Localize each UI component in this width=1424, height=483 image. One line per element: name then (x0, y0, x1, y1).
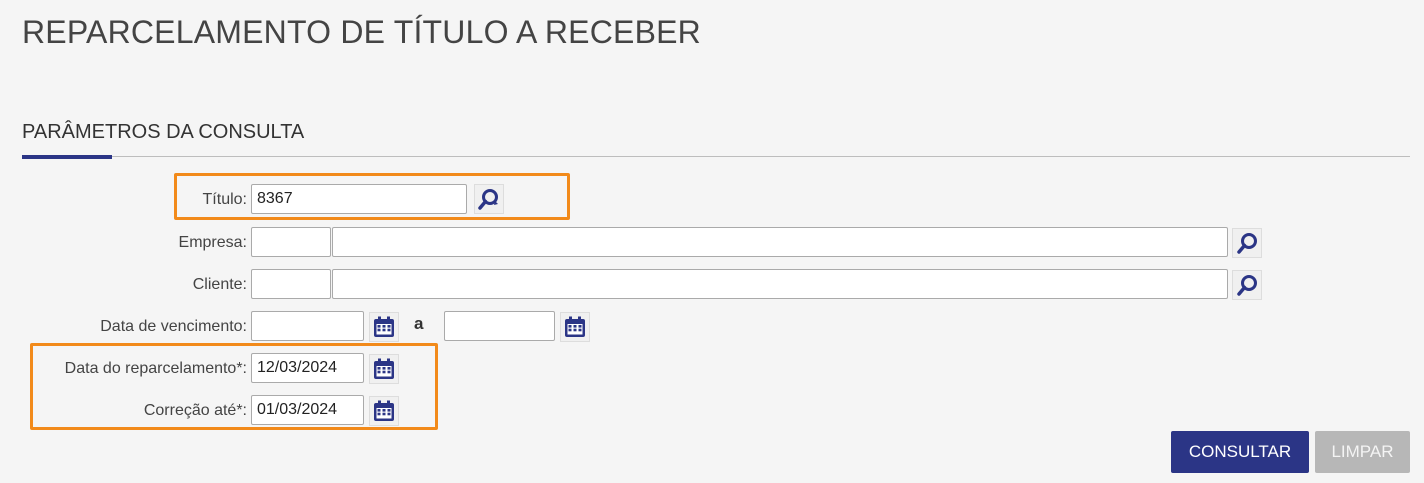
search-icon (1237, 275, 1257, 296)
vencimento-to-input[interactable] (444, 311, 555, 341)
consultar-button[interactable]: CONSULTAR (1171, 431, 1309, 473)
empresa-name-input[interactable] (332, 227, 1228, 257)
vencimento-from-calendar-button[interactable] (369, 312, 399, 342)
titulo-search-button[interactable] (474, 184, 504, 214)
limpar-button[interactable]: LIMPAR (1315, 431, 1410, 473)
vencimento-from-input[interactable] (251, 311, 364, 341)
cliente-code-input[interactable] (251, 269, 331, 299)
date-range-separator: a (414, 314, 424, 333)
calendar-icon (374, 316, 394, 337)
calendar-icon (374, 400, 394, 421)
empresa-label: Empresa: (178, 234, 247, 251)
page-title: REPARCELAMENTO DE TÍTULO A RECEBER (22, 14, 701, 50)
titulo-input[interactable] (251, 184, 467, 214)
empresa-search-button[interactable] (1232, 228, 1262, 258)
vencimento-label: Data de vencimento: (100, 318, 247, 335)
search-refresh-icon (478, 189, 498, 210)
correcao-label: Correção até*: (143, 402, 247, 419)
vencimento-to-calendar-button[interactable] (560, 312, 590, 342)
reparcelamento-label: Data do reparcelamento*: (64, 360, 247, 377)
cliente-name-input[interactable] (332, 269, 1228, 299)
section-divider-accent (22, 155, 112, 159)
section-divider (22, 156, 1410, 157)
reparcelamento-date-input[interactable] (251, 353, 364, 383)
calendar-icon (374, 358, 394, 379)
search-icon (1237, 233, 1257, 254)
cliente-label: Cliente: (192, 276, 247, 293)
calendar-icon (565, 316, 585, 337)
cliente-search-button[interactable] (1232, 270, 1262, 300)
reparcelamento-calendar-button[interactable] (369, 354, 399, 384)
section-title: PARÂMETROS DA CONSULTA (22, 121, 305, 143)
empresa-code-input[interactable] (251, 227, 331, 257)
correcao-date-input[interactable] (251, 395, 364, 425)
correcao-calendar-button[interactable] (369, 396, 399, 426)
titulo-label: Título: (202, 191, 247, 208)
